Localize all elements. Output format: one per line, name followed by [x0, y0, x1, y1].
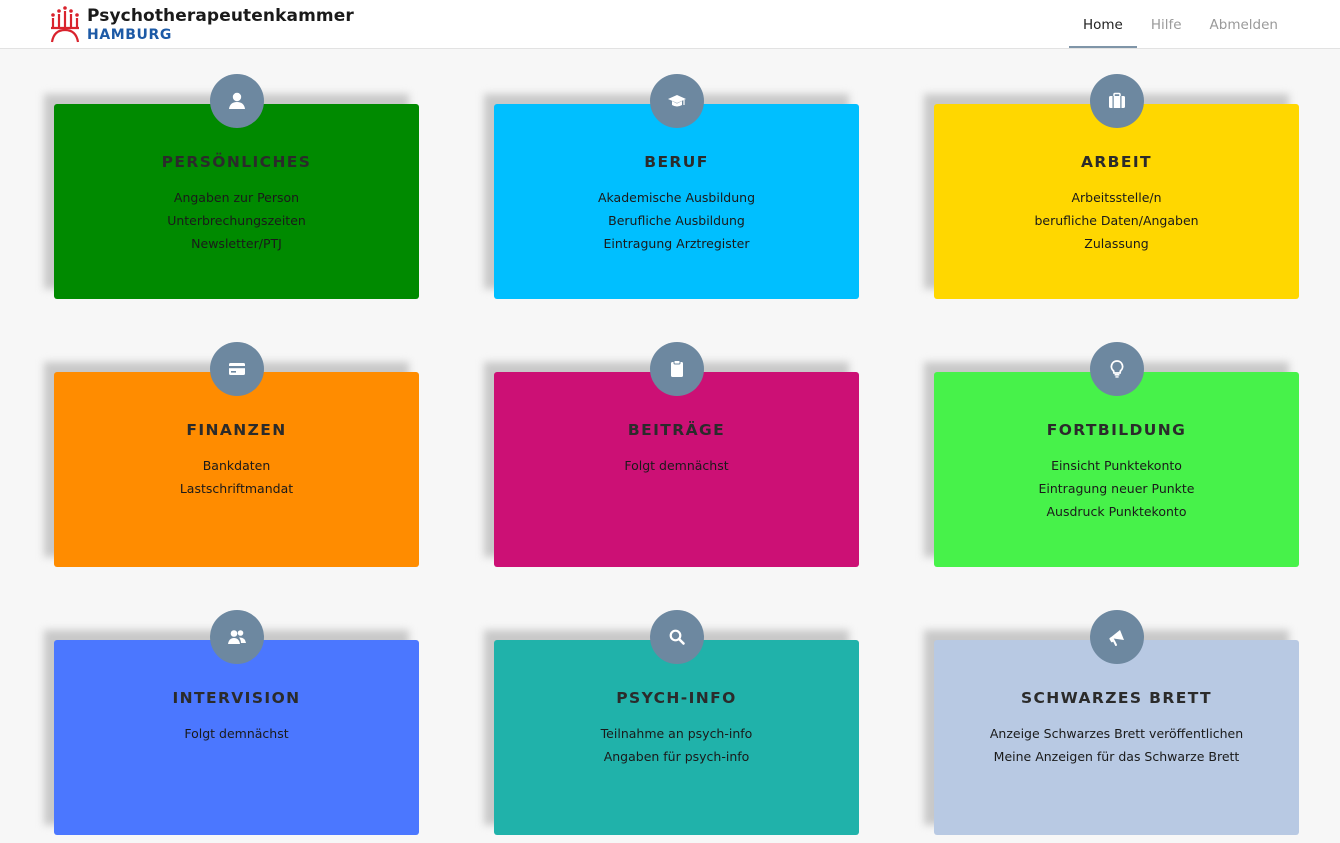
- card-link-punktekonto[interactable]: Einsicht Punktekonto: [934, 454, 1299, 477]
- card-body: SCHWARZES BRETT Anzeige Schwarzes Brett …: [934, 610, 1299, 835]
- card-intervision[interactable]: INTERVISION Folgt demnächst: [44, 610, 419, 835]
- card-link-meine-anzeigen[interactable]: Meine Anzeigen für das Schwarze Brett: [934, 745, 1299, 768]
- card-beitraege[interactable]: BEITRÄGE Folgt demnächst: [484, 342, 859, 567]
- card-body: BERUF Akademische Ausbildung Berufliche …: [494, 74, 859, 299]
- card-link-berufliche-daten[interactable]: berufliche Daten/Angaben: [934, 209, 1299, 232]
- card-title: SCHWARZES BRETT: [1020, 689, 1213, 707]
- nav-hilfe[interactable]: Hilfe: [1137, 0, 1196, 48]
- card-link-neue-punkte[interactable]: Eintragung neuer Punkte: [934, 477, 1299, 500]
- card-body: ARBEIT Arbeitsstelle/n berufliche Daten/…: [934, 74, 1299, 299]
- card-link-berufliche-ausbildung[interactable]: Berufliche Ausbildung: [494, 209, 859, 232]
- card-title: PSYCH-INFO: [616, 689, 737, 707]
- card-fortbildung[interactable]: FORTBILDUNG Einsicht Punktekonto Eintrag…: [924, 342, 1299, 567]
- card-finanzen[interactable]: FINANZEN Bankdaten Lastschriftmandat: [44, 342, 419, 567]
- card-link-anzeige-veroeffentlichen[interactable]: Anzeige Schwarzes Brett veröffentlichen: [934, 722, 1299, 745]
- card-schwarzes-brett[interactable]: SCHWARZES BRETT Anzeige Schwarzes Brett …: [924, 610, 1299, 835]
- logo-title: Psychotherapeutenkammer: [87, 6, 354, 26]
- card-title: FORTBILDUNG: [1046, 421, 1187, 439]
- card-title: BERUF: [644, 153, 709, 171]
- card-beruf[interactable]: BERUF Akademische Ausbildung Berufliche …: [484, 74, 859, 299]
- card-title: BEITRÄGE: [627, 421, 726, 439]
- card-link-lastschriftmandat[interactable]: Lastschriftmandat: [54, 477, 419, 500]
- card-title: FINANZEN: [186, 421, 287, 439]
- card-title: PERSÖNLICHES: [161, 153, 312, 171]
- card-link-ausdruck-punktekonto[interactable]: Ausdruck Punktekonto: [934, 500, 1299, 523]
- card-link-bankdaten[interactable]: Bankdaten: [54, 454, 419, 477]
- card-link-unterbrechungszeiten[interactable]: Unterbrechungszeiten: [54, 209, 419, 232]
- graduation-cap-icon: [650, 74, 704, 128]
- card-link-arztregister[interactable]: Eintragung Arztregister: [494, 232, 859, 255]
- card-body: FINANZEN Bankdaten Lastschriftmandat: [54, 342, 419, 567]
- card-body: FORTBILDUNG Einsicht Punktekonto Eintrag…: [934, 342, 1299, 567]
- card-psych-info[interactable]: PSYCH-INFO Teilnahme an psych-info Angab…: [484, 610, 859, 835]
- lightbulb-icon: [1090, 342, 1144, 396]
- card-note-folgt-demnaechst: Folgt demnächst: [624, 458, 729, 473]
- nav-home[interactable]: Home: [1068, 0, 1137, 48]
- card-link-akademische-ausbildung[interactable]: Akademische Ausbildung: [494, 186, 859, 209]
- main-nav: Home Hilfe Abmelden: [1068, 0, 1292, 48]
- logo-mark-icon: [50, 6, 80, 43]
- card-link-arbeitsstellen[interactable]: Arbeitsstelle/n: [934, 186, 1299, 209]
- users-icon: [210, 610, 264, 664]
- card-link-angaben-psych-info[interactable]: Angaben für psych-info: [494, 745, 859, 768]
- card-body: PERSÖNLICHES Angaben zur Person Unterbre…: [54, 74, 419, 299]
- card-body: INTERVISION Folgt demnächst: [54, 610, 419, 835]
- megaphone-icon: [1090, 610, 1144, 664]
- card-arbeit[interactable]: ARBEIT Arbeitsstelle/n berufliche Daten/…: [924, 74, 1299, 299]
- briefcase-icon: [1090, 74, 1144, 128]
- search-icon: [650, 610, 704, 664]
- clipboard-icon: [650, 342, 704, 396]
- user-icon: [210, 74, 264, 128]
- top-header: Psychotherapeutenkammer HAMBURG Home Hil…: [0, 0, 1340, 49]
- card-link-zulassung[interactable]: Zulassung: [934, 232, 1299, 255]
- card-body: BEITRÄGE Folgt demnächst: [494, 342, 859, 567]
- card-persoenliches[interactable]: PERSÖNLICHES Angaben zur Person Unterbre…: [44, 74, 419, 299]
- credit-card-icon: [210, 342, 264, 396]
- card-title: INTERVISION: [172, 689, 301, 707]
- card-link-angaben-person[interactable]: Angaben zur Person: [54, 186, 419, 209]
- logo-subtitle: HAMBURG: [87, 27, 172, 43]
- nav-abmelden[interactable]: Abmelden: [1196, 0, 1292, 48]
- card-link-teilnahme-psych-info[interactable]: Teilnahme an psych-info: [494, 722, 859, 745]
- card-link-newsletter[interactable]: Newsletter/PTJ: [54, 232, 419, 255]
- card-body: PSYCH-INFO Teilnahme an psych-info Angab…: [494, 610, 859, 835]
- card-title: ARBEIT: [1080, 153, 1153, 171]
- dashboard-grid: PERSÖNLICHES Angaben zur Person Unterbre…: [44, 74, 1299, 835]
- card-note-folgt-demnaechst: Folgt demnächst: [184, 726, 289, 741]
